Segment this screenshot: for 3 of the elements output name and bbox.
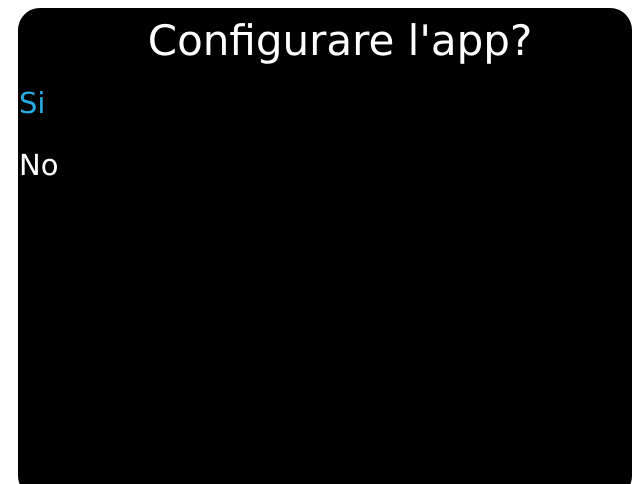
- menu-option[interactable]: No: [18, 134, 58, 196]
- menu-option[interactable]: Si: [18, 72, 46, 134]
- dialog-title: Configurare l'app?: [146, 15, 532, 67]
